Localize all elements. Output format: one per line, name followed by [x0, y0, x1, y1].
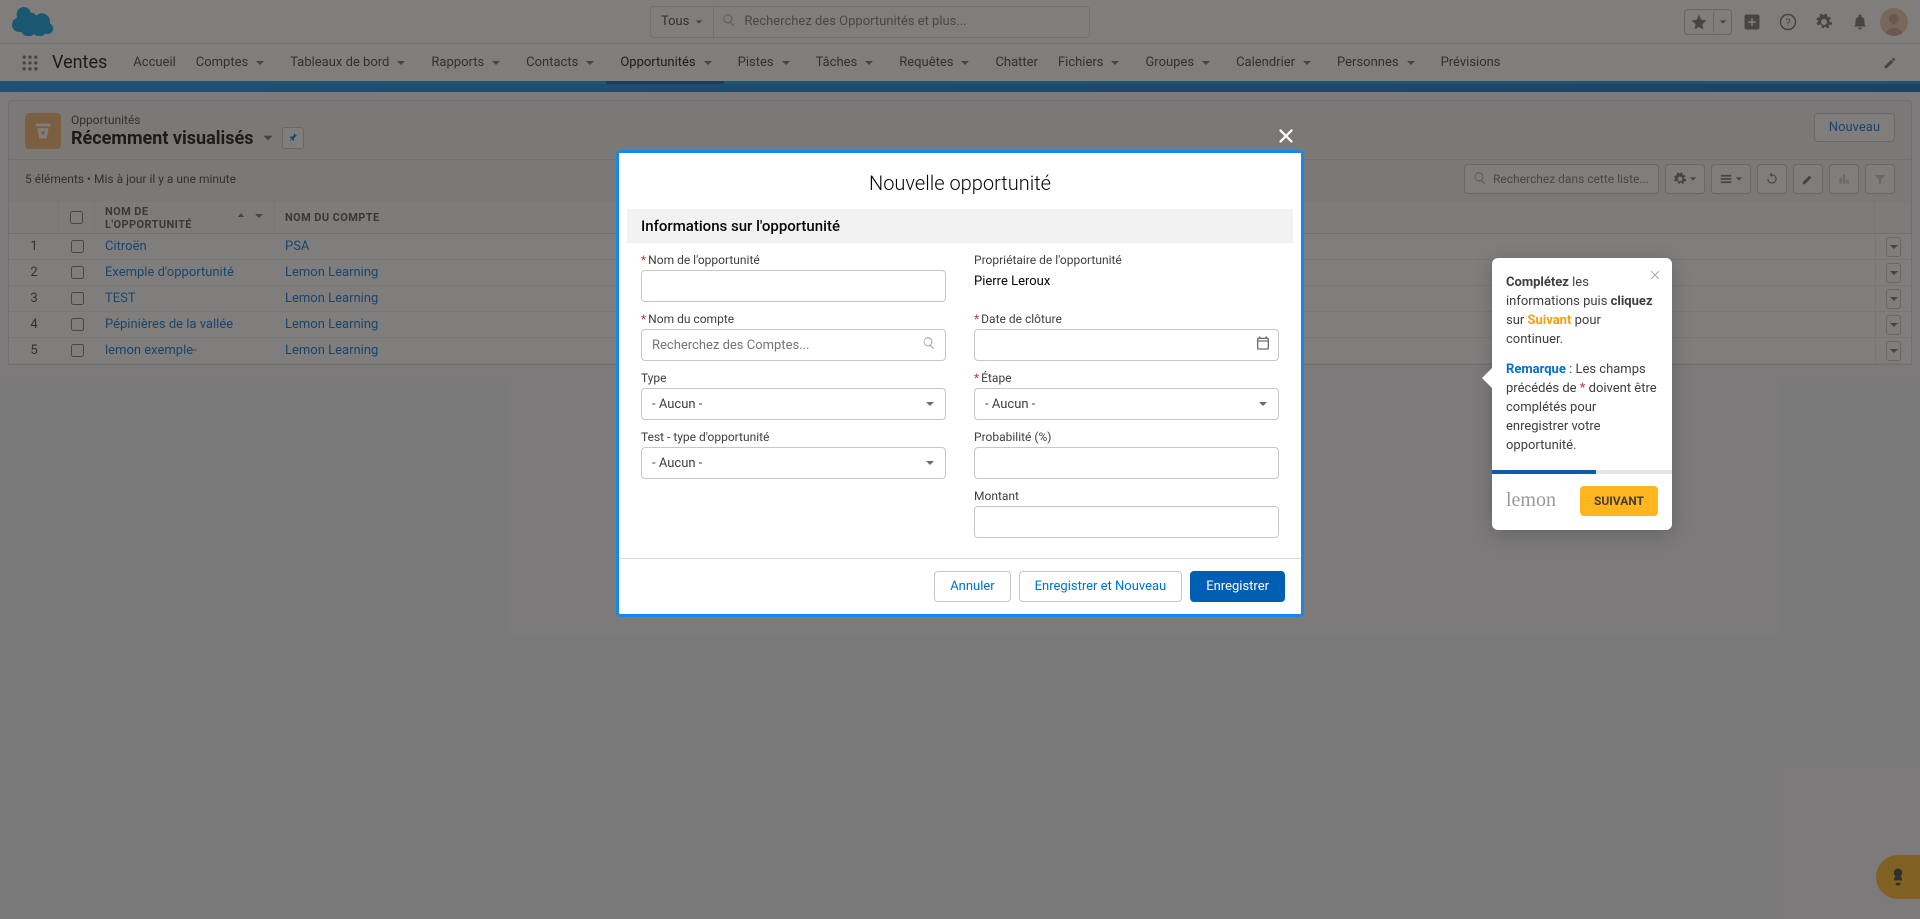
save-and-new-button[interactable]: Enregistrer et Nouveau	[1019, 571, 1183, 602]
field-owner: Propriétaire de l'opportunité Pierre Ler…	[974, 253, 1279, 302]
modal-close-icon[interactable]	[1275, 125, 1303, 153]
field-probability: Probabilité (%)	[974, 430, 1279, 479]
calendar-icon[interactable]	[1255, 335, 1271, 355]
popover-progress-bar	[1492, 470, 1672, 474]
field-opportunity-name: *Nom de l'opportunité	[641, 253, 946, 302]
search-icon	[922, 336, 936, 354]
walkthrough-popover: Complétez les informations puis cliquez …	[1492, 258, 1672, 530]
field-test-type: Test - type d'opportunité - Aucun -	[641, 430, 946, 479]
field-stage: *Étape - Aucun -	[974, 371, 1279, 420]
owner-value: Pierre Leroux	[974, 270, 1279, 289]
close-date-input[interactable]	[974, 329, 1279, 361]
opportunity-name-input[interactable]	[641, 270, 946, 302]
cancel-button[interactable]: Annuler	[934, 571, 1010, 602]
amount-input[interactable]	[974, 506, 1279, 538]
stage-select[interactable]: - Aucun -	[974, 388, 1279, 420]
field-close-date: *Date de clôture	[974, 312, 1279, 361]
account-lookup-input[interactable]	[641, 329, 946, 361]
modal-title: Nouvelle opportunité	[619, 153, 1301, 209]
new-opportunity-modal: Nouvelle opportunité Informations sur l'…	[616, 150, 1304, 617]
field-amount: Montant	[974, 489, 1279, 538]
modal-footer: Annuler Enregistrer et Nouveau Enregistr…	[619, 558, 1301, 614]
popover-line1: Complétez les informations puis cliquez …	[1506, 274, 1658, 349]
field-account: *Nom du compte	[641, 312, 946, 361]
popover-close-icon[interactable]	[1648, 268, 1662, 289]
popover-line2: Remarque : Les champs précédés de * doiv…	[1506, 361, 1658, 455]
save-button[interactable]: Enregistrer	[1190, 571, 1285, 602]
field-type: Type - Aucun -	[641, 371, 946, 420]
lemon-logo: lemon	[1506, 486, 1556, 515]
popover-next-button[interactable]: SUIVANT	[1580, 486, 1658, 516]
probability-input[interactable]	[974, 447, 1279, 479]
test-type-select[interactable]: - Aucun -	[641, 447, 946, 479]
type-select[interactable]: - Aucun -	[641, 388, 946, 420]
modal-section-title: Informations sur l'opportunité	[627, 209, 1293, 243]
